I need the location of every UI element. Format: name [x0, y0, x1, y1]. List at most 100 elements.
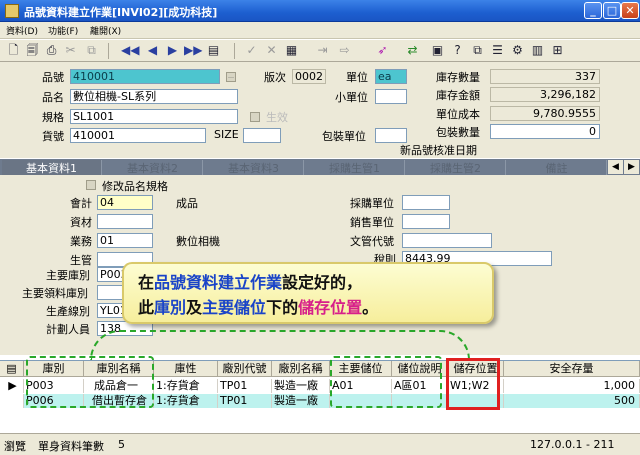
new-doc-icon[interactable]: 🗋 — [6, 43, 21, 58]
size-field[interactable] — [243, 128, 281, 143]
minimize-button[interactable]: _ — [584, 2, 602, 19]
help-icon[interactable]: ⊞ — [550, 43, 565, 58]
purchase-unit-field[interactable] — [402, 195, 450, 210]
pack-qty-label: 包裝數量 — [436, 126, 480, 139]
first-record-icon[interactable]: ◀◀ — [121, 43, 139, 58]
spec-field[interactable]: SL1001 — [70, 109, 238, 124]
chart-icon[interactable]: ▣ — [430, 43, 445, 58]
valid-checkbox[interactable] — [250, 112, 260, 122]
menu-data[interactable]: 資料(D) — [6, 24, 38, 37]
business-desc: 數位相機 — [176, 235, 220, 248]
cell[interactable]: 1:存貨倉 — [154, 379, 218, 393]
small-unit-field[interactable] — [375, 89, 407, 104]
save-icon[interactable]: ▦ — [284, 43, 299, 58]
print-icon[interactable]: ⎙ — [44, 43, 59, 58]
purchase-unit-label: 採購單位 — [350, 197, 394, 210]
cell[interactable]: 500 — [504, 394, 640, 408]
row-header — [0, 394, 24, 408]
unit-field[interactable]: ea — [375, 69, 407, 84]
highlight-storage-location — [446, 358, 500, 410]
pack-unit-label: 包裝單位 — [322, 130, 366, 143]
find-icon[interactable]: ⇥ — [315, 43, 330, 58]
col-header-safety-stock[interactable]: 安全存量 — [504, 361, 640, 377]
item-name-field[interactable]: 數位相機-SL系列 — [70, 89, 238, 104]
new-item-date-label: 新品號核准日期 — [400, 144, 477, 157]
doc-code-field[interactable] — [402, 233, 492, 248]
material-label: 資材 — [70, 216, 92, 229]
stock-amount-label: 庫存金額 — [436, 89, 480, 102]
copy-icon[interactable]: ⧉ — [84, 43, 99, 58]
tab-purchase-2[interactable]: 採購生管2 — [406, 160, 506, 175]
material-field[interactable] — [97, 214, 153, 229]
pack-qty-field[interactable]: 0 — [490, 124, 600, 139]
accounting-field[interactable]: 04 — [97, 195, 153, 210]
maximize-button[interactable]: □ — [603, 2, 621, 19]
modify-name-spec-label: 修改品名規格 — [102, 180, 168, 193]
books-icon[interactable]: ▥ — [530, 43, 545, 58]
cell[interactable]: TP01 — [218, 379, 272, 393]
row-pointer-icon: ▶ — [0, 379, 24, 393]
tab-basic-2[interactable]: 基本資料2 — [103, 160, 203, 175]
stock-qty-label: 庫存數量 — [436, 71, 480, 84]
sales-unit-field[interactable] — [402, 214, 450, 229]
tools-icon[interactable]: ⚙ — [510, 43, 525, 58]
menu-function[interactable]: 功能(F) — [48, 24, 78, 37]
col-header-warehouse-type[interactable]: 庫性 — [154, 361, 218, 377]
preview-icon[interactable]: 🗐 — [25, 43, 40, 58]
cancel-icon[interactable]: ✕ — [264, 43, 279, 58]
item-no-field[interactable]: 410001 — [70, 69, 220, 84]
tab-basic-3[interactable]: 基本資料3 — [204, 160, 304, 175]
doc-code-label: 文管代號 — [350, 235, 394, 248]
item-no-lookup-icon[interactable]: … — [226, 72, 236, 82]
header-form: 品號 410001 … 品名 數位相機-SL系列 規格 SL1001 生效 貨號… — [0, 62, 640, 158]
valid-label: 生效 — [266, 111, 288, 124]
edit-icon[interactable]: ➶ — [375, 43, 390, 58]
server-info: 127.0.0.1 - 211 — [530, 438, 615, 451]
tab-remarks[interactable]: 備註 — [507, 160, 607, 175]
confirm-icon[interactable]: ✓ — [244, 43, 259, 58]
window-title: 品號資料建立作業[INVI02][成功科技] — [24, 6, 218, 19]
toolbar-separator — [234, 43, 235, 59]
annotation-callout: 在品號資料建立作業設定好的， 此庫別及主要儲位下的儲存位置。 — [122, 262, 494, 324]
highlight-arc — [90, 330, 470, 360]
cell[interactable]: 製造一廠 — [272, 394, 330, 408]
highlight-location-columns — [330, 356, 442, 408]
copy2-icon[interactable]: ⧉ — [470, 43, 485, 58]
title-bar: 品號資料建立作業[INVI02][成功科技] _ □ ✕ — [0, 0, 640, 22]
clip-icon[interactable]: ✂ — [63, 43, 78, 58]
grid-corner-icon[interactable]: ▤ — [0, 361, 24, 377]
swap-icon[interactable]: ⇄ — [405, 43, 420, 58]
tab-scroll-right-icon[interactable]: ▶ — [624, 160, 639, 174]
cell[interactable]: TP01 — [218, 394, 272, 408]
cell[interactable]: 1,000 — [504, 379, 640, 393]
tab-scroll-left-icon[interactable]: ◀ — [608, 160, 623, 174]
close-button[interactable]: ✕ — [621, 2, 639, 19]
menu-exit[interactable]: 離開(X) — [90, 24, 121, 37]
modify-name-spec-checkbox[interactable] — [86, 180, 96, 190]
cargo-no-field[interactable]: 410001 — [70, 128, 206, 143]
next-record-icon[interactable]: ▶ — [165, 43, 180, 58]
tab-purchase-1[interactable]: 採購生管1 — [305, 160, 405, 175]
tab-strip: 基本資料1 基本資料2 基本資料3 採購生管1 採購生管2 備註 ◀ ▶ — [0, 159, 640, 175]
tab-basic-1[interactable]: 基本資料1 — [2, 160, 102, 175]
item-no-label: 品號 — [42, 71, 64, 84]
business-field[interactable]: 01 — [97, 233, 153, 248]
version-field: 0002 — [292, 69, 326, 84]
last-record-icon[interactable]: ▶▶ — [184, 43, 202, 58]
col-header-plant-name[interactable]: 廠別名稱 — [272, 361, 330, 377]
pack-unit-field[interactable] — [375, 128, 407, 143]
cell[interactable]: 製造一廠 — [272, 379, 330, 393]
unit-label: 單位 — [346, 71, 368, 84]
record-count: 5 — [118, 438, 125, 451]
toolbar: 🗋 🗐 ⎙ ✂ ⧉ ◀◀ ◀ ▶ ▶▶ ▤ ✓ ✕ ▦ ⇥ ⇨ ➶ ⇄ ▣ ? … — [0, 40, 640, 62]
list-icon[interactable]: ☰ — [490, 43, 505, 58]
record-menu-icon[interactable]: ▤ — [206, 43, 221, 58]
business-label: 業務 — [70, 235, 92, 248]
cell[interactable]: 1:存貨倉 — [154, 394, 218, 408]
next-find-icon[interactable]: ⇨ — [337, 43, 352, 58]
spec-label: 規格 — [42, 111, 64, 124]
status-bar: 瀏覽 單身資料筆數 5 127.0.0.1 - 211 — [0, 433, 640, 455]
col-header-plant-code[interactable]: 廠別代號 — [218, 361, 272, 377]
question-icon[interactable]: ? — [450, 43, 465, 58]
prev-record-icon[interactable]: ◀ — [145, 43, 160, 58]
